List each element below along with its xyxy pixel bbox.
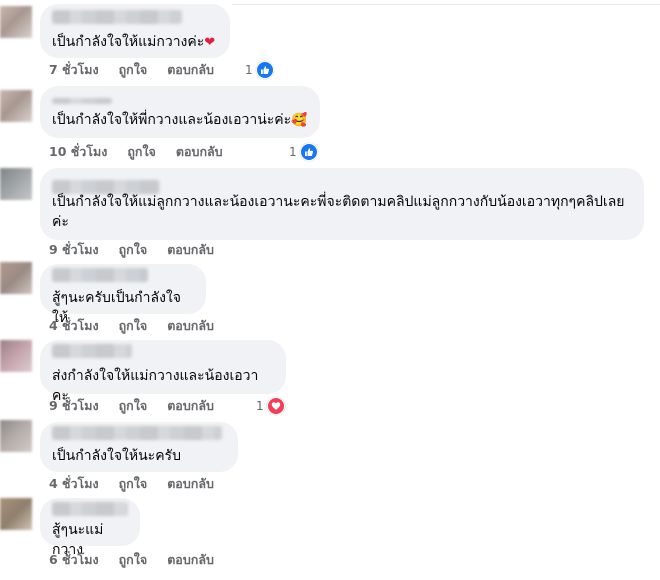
comment-actions: 9 ชั่วโมง ถูกใจ ตอบกลับ (49, 240, 214, 260)
reply-button[interactable]: ตอบกลับ (167, 316, 214, 336)
like-button[interactable]: ถูกใจ (119, 396, 148, 416)
commenter-name[interactable] (52, 98, 112, 104)
comment-text: เป็นกำลังใจให้พี่กวางและน้องเอวาน่ะค่ะ🥰 (52, 112, 308, 128)
smiling-face-with-hearts-emoji: 🥰 (291, 113, 308, 128)
timestamp[interactable]: 6 ชั่วโมง (49, 550, 99, 570)
avatar[interactable] (0, 420, 32, 452)
like-button[interactable]: ถูกใจ (119, 60, 148, 80)
comment-bubble: เป็นกำลังใจให้แม่ลูกกวางและน้องเอวานะคะพ… (40, 168, 644, 240)
comment-text: เป็นกำลังใจให้แม่ลูกกวางและน้องเอวานะคะพ… (52, 194, 625, 230)
timestamp[interactable]: 10 ชั่วโมง (49, 142, 107, 162)
reaction-summary[interactable]: 1 (289, 142, 318, 162)
commenter-name[interactable] (52, 10, 182, 24)
reaction-count: 1 (256, 399, 264, 413)
reply-button[interactable]: ตอบกลับ (167, 396, 214, 416)
commenter-name[interactable] (52, 268, 148, 282)
commenter-name[interactable] (52, 426, 222, 440)
timestamp[interactable]: 7 ชั่วโมง (49, 60, 99, 80)
commenter-name[interactable] (52, 344, 132, 358)
like-button[interactable]: ถูกใจ (119, 316, 148, 336)
comment-actions: 7 ชั่วโมง ถูกใจ ตอบกลับ (49, 60, 214, 80)
avatar[interactable] (0, 90, 32, 122)
comment-bubble: เป็นกำลังใจให้พี่กวางและน้องเอวาน่ะค่ะ🥰 (40, 86, 320, 138)
comment-bubble: เป็นกำลังใจให้แม่กวางค่ะ❤ (40, 4, 230, 58)
reply-button[interactable]: ตอบกลับ (167, 240, 214, 260)
like-icon (299, 143, 318, 161)
comment-actions: 10 ชั่วโมง ถูกใจ ตอบกลับ (49, 142, 223, 162)
comment-actions: 4 ชั่วโมง ถูกใจ ตอบกลับ (49, 474, 214, 494)
comment-bubble: ส่งกำลังใจให้แม่กวางและน้องเอวาคะ (40, 340, 286, 404)
reaction-count: 1 (245, 63, 253, 77)
comment-bubble: สู้ๆนะแม่กวาง (40, 498, 140, 558)
avatar[interactable] (0, 6, 32, 38)
comment-actions: 6 ชั่วโมง ถูกใจ ตอบกลับ (49, 550, 214, 570)
comment-actions: 4 ชั่วโมง ถูกใจ ตอบกลับ (49, 316, 214, 336)
like-button[interactable]: ถูกใจ (119, 474, 148, 494)
like-button[interactable]: ถูกใจ (127, 142, 156, 162)
top-divider (232, 4, 660, 5)
timestamp[interactable]: 4 ชั่วโมง (49, 316, 99, 336)
comment-bubble: เป็นกำลังใจให้นะครับ (40, 422, 238, 472)
reply-button[interactable]: ตอบกลับ (167, 550, 214, 570)
reply-button[interactable]: ตอบกลับ (167, 474, 214, 494)
commenter-name[interactable] (52, 502, 128, 516)
avatar[interactable] (0, 340, 32, 372)
avatar[interactable] (0, 498, 32, 530)
comment-actions: 9 ชั่วโมง ถูกใจ ตอบกลับ (49, 396, 214, 416)
comment-text: เป็นกำลังใจให้นะครับ (52, 448, 181, 464)
reaction-summary[interactable]: 1 (256, 396, 285, 416)
love-icon (266, 397, 285, 415)
reaction-summary[interactable]: 1 (245, 60, 274, 80)
reply-button[interactable]: ตอบกลับ (167, 60, 214, 80)
comment-text: เป็นกำลังใจให้แม่กวางค่ะ❤ (52, 34, 216, 50)
like-button[interactable]: ถูกใจ (119, 240, 148, 260)
reaction-count: 1 (289, 145, 297, 159)
comment-bubble: สู้ๆนะครับเป็นกำลังใจให้ (40, 264, 206, 326)
heart-emoji: ❤ (204, 35, 216, 50)
like-button[interactable]: ถูกใจ (119, 550, 148, 570)
reply-button[interactable]: ตอบกลับ (176, 142, 223, 162)
timestamp[interactable]: 9 ชั่วโมง (49, 240, 99, 260)
avatar[interactable] (0, 262, 32, 294)
timestamp[interactable]: 4 ชั่วโมง (49, 474, 99, 494)
timestamp[interactable]: 9 ชั่วโมง (49, 396, 99, 416)
like-icon (255, 61, 274, 79)
avatar[interactable] (0, 168, 32, 200)
